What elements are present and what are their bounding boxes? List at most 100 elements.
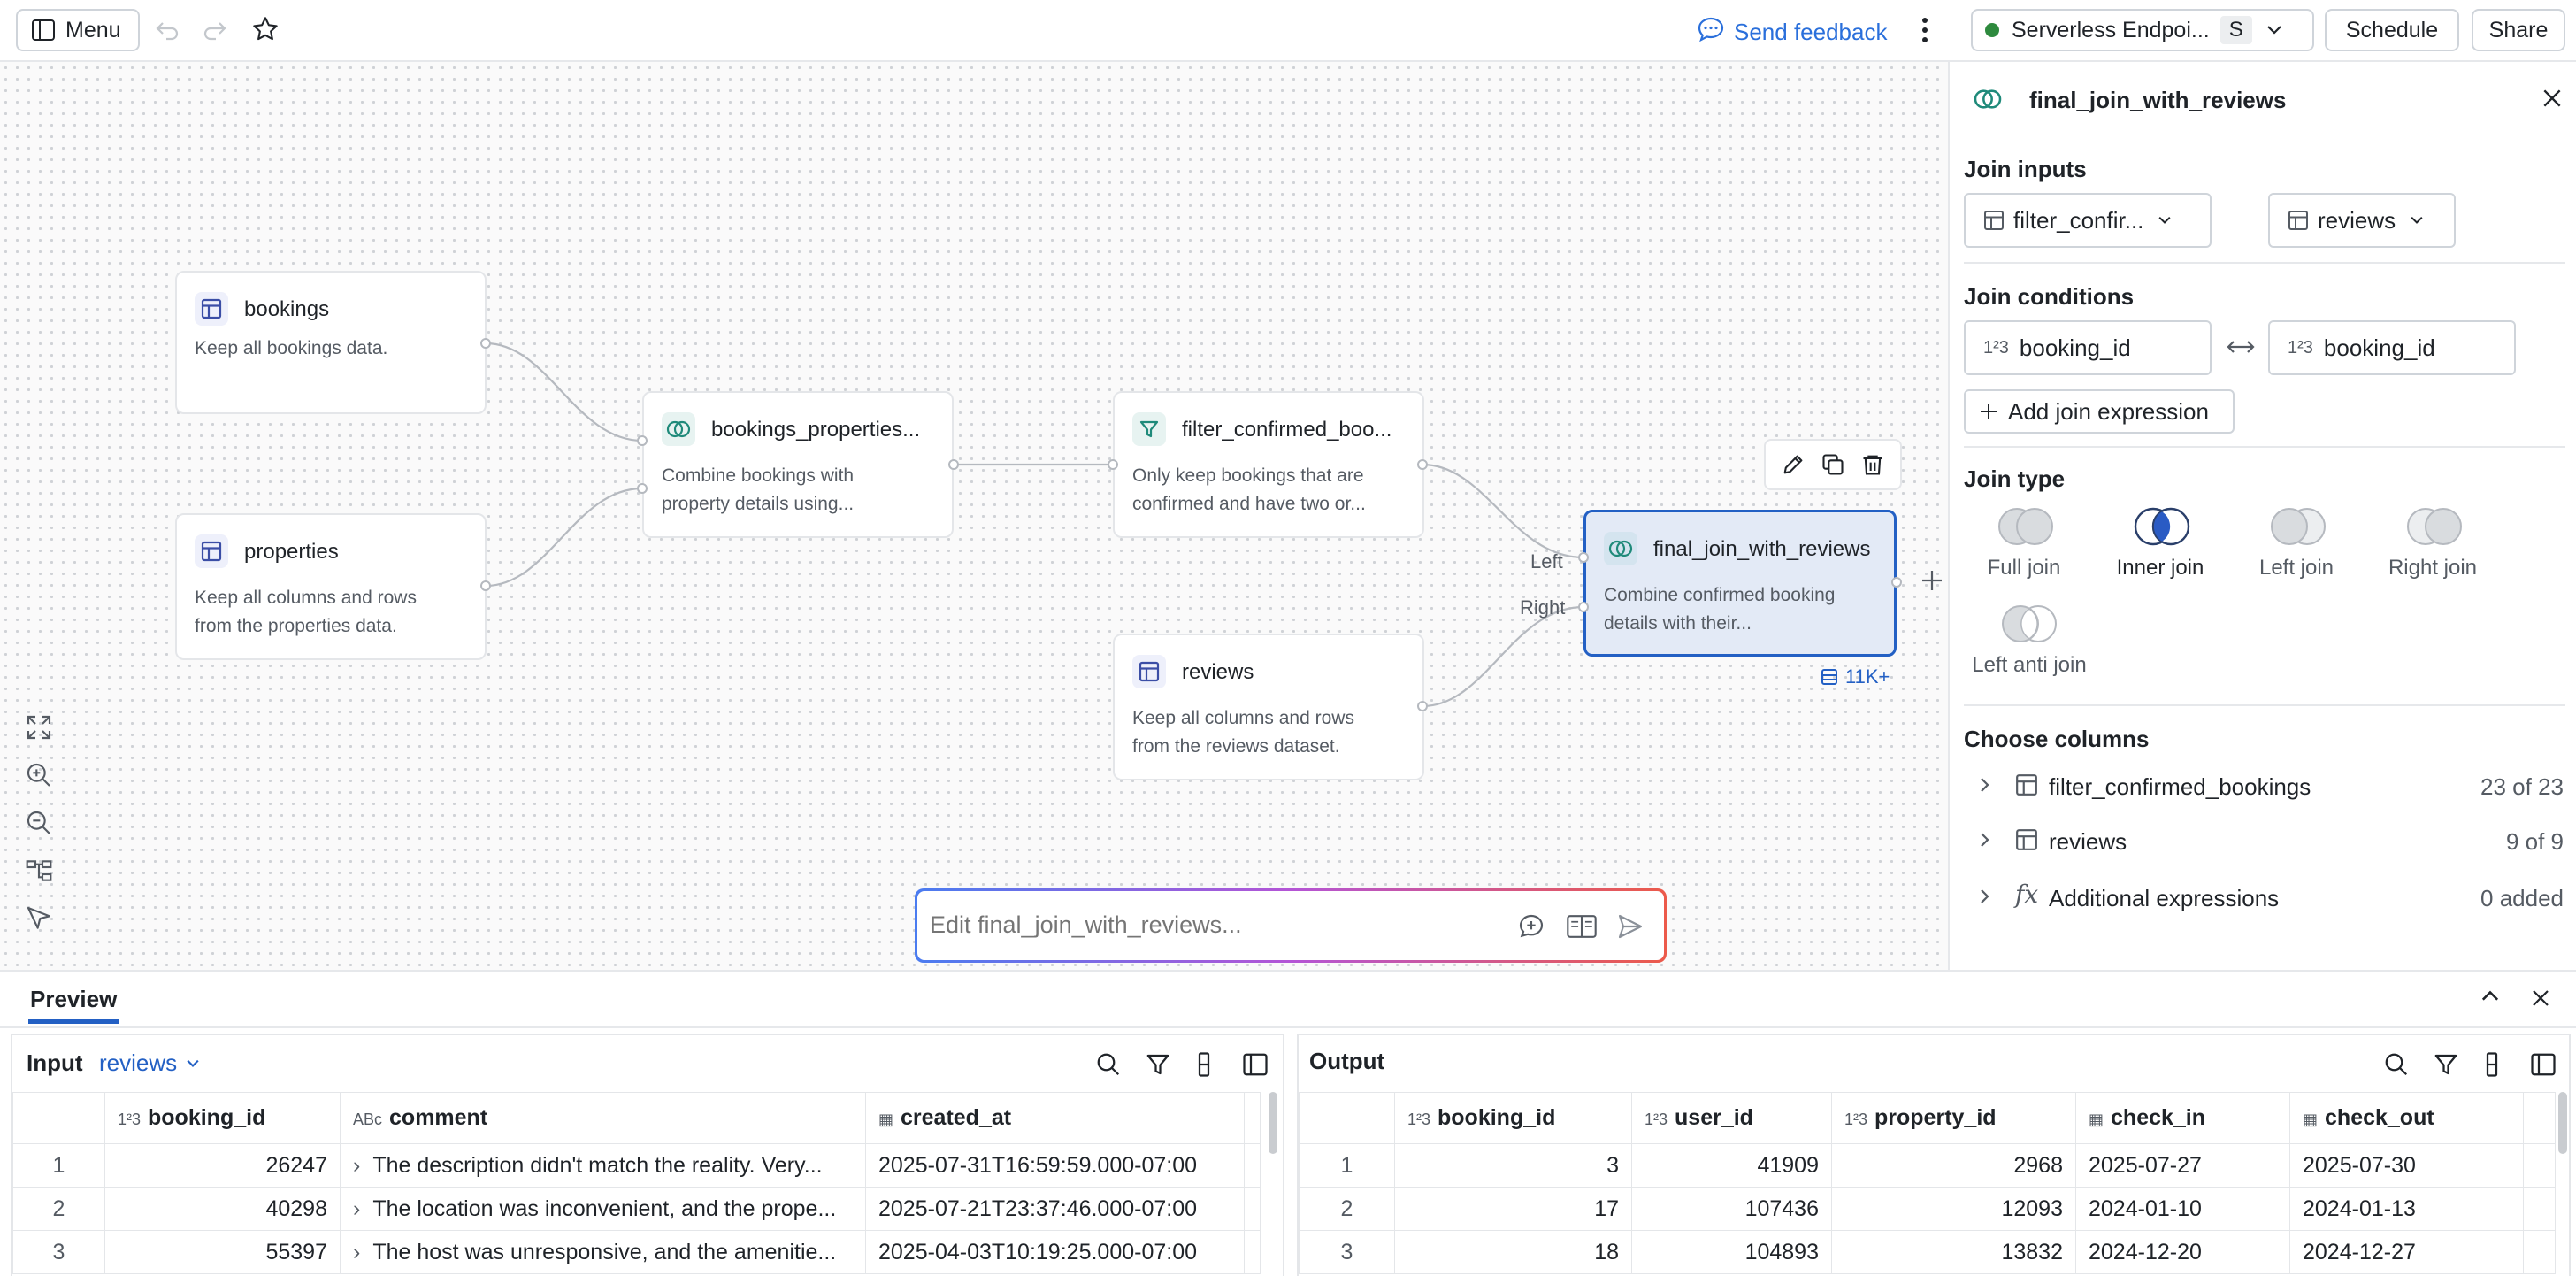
- output-port[interactable]: [480, 338, 491, 349]
- expand-caret-icon: ›: [353, 1152, 361, 1178]
- star-icon[interactable]: [251, 15, 280, 43]
- node-filter-confirmed-bookings[interactable]: filter_confirmed_boo... Only keep bookin…: [1113, 391, 1424, 538]
- node-final-join-with-reviews[interactable]: final_join_with_reviews Combine confirme…: [1583, 510, 1897, 657]
- join-type-left-anti[interactable]: Left anti join: [1950, 602, 2109, 690]
- schedule-button[interactable]: Schedule: [2325, 9, 2459, 51]
- left-input-select[interactable]: filter_confir...: [1964, 193, 2212, 248]
- right-condition-field[interactable]: 1²3 booking_id: [2268, 320, 2516, 375]
- chevron-up-icon[interactable]: [2480, 989, 2500, 1002]
- side-panel-icon[interactable]: [2530, 1051, 2557, 1078]
- tab-preview[interactable]: Preview: [30, 986, 117, 1013]
- column-header[interactable]: ▦ check_in: [2075, 1092, 2290, 1144]
- pencil-icon[interactable]: [1781, 452, 1806, 477]
- redo-icon[interactable]: [202, 18, 228, 42]
- compute-selector[interactable]: Serverless Endpoi... S: [1971, 9, 2314, 51]
- table-row[interactable]: 1 3 41909 2968 2025-07-27 2025-07-30: [1299, 1143, 2556, 1188]
- menu-button[interactable]: Menu: [16, 9, 140, 51]
- right-input-port[interactable]: [1578, 602, 1589, 612]
- menu-label: Menu: [65, 17, 121, 42]
- output-port[interactable]: [1417, 459, 1428, 470]
- swap-arrows-icon[interactable]: [2226, 334, 2256, 359]
- node-bookings-properties[interactable]: bookings_properties... Combine bookings …: [642, 391, 954, 538]
- left-input-port[interactable]: [1578, 552, 1589, 563]
- close-icon[interactable]: [2541, 87, 2564, 110]
- node-description: Keep all bookings data.: [195, 338, 388, 358]
- output-port[interactable]: [1891, 577, 1902, 588]
- column-header[interactable]: ▦ created_at: [865, 1092, 1245, 1144]
- join-conditions-heading: Join conditions: [1964, 283, 2135, 310]
- assistant-input[interactable]: [930, 903, 1478, 946]
- column-header[interactable]: 1²3 property_id: [1831, 1092, 2076, 1144]
- zoom-in-icon[interactable]: [21, 761, 57, 789]
- output-port[interactable]: [480, 580, 491, 591]
- undo-icon[interactable]: [154, 18, 180, 42]
- column-header[interactable]: ABc comment: [340, 1092, 866, 1144]
- column-header[interactable]: 1²3 booking_id: [1394, 1092, 1632, 1144]
- auto-layout-icon[interactable]: [21, 857, 57, 885]
- add-node-icon[interactable]: [1920, 568, 1944, 593]
- table-row[interactable]: 2 17 107436 12093 2024-01-10 2024-01-13: [1299, 1187, 2556, 1231]
- search-icon[interactable]: [1095, 1051, 1122, 1078]
- table-row[interactable]: 3 55397 › The host was unresponsive, and …: [12, 1230, 1261, 1274]
- trash-icon[interactable]: [1860, 452, 1885, 477]
- join-type-left[interactable]: Left join: [2233, 504, 2360, 593]
- table-row[interactable]: 3 18 104893 13832 2024-12-20 2024-12-27: [1299, 1230, 2556, 1274]
- node-title: bookings: [244, 297, 330, 321]
- table-row[interactable]: 1 26247 › The description didn't match th…: [12, 1143, 1261, 1188]
- chevron-right-icon: [1980, 832, 1990, 848]
- column-header[interactable]: 1²3 booking_id: [104, 1092, 341, 1144]
- kebab-menu-icon[interactable]: [1920, 14, 1930, 46]
- book-icon[interactable]: [1567, 914, 1597, 939]
- column-header[interactable]: [2523, 1092, 2556, 1144]
- join-type-full[interactable]: Full join: [1960, 504, 2088, 593]
- search-icon[interactable]: [2383, 1051, 2410, 1078]
- divider: [1964, 262, 2565, 264]
- node-description: Only keep bookings that are confirmed and…: [1132, 465, 1366, 514]
- number-type-icon: 1²3: [1644, 1111, 1668, 1128]
- column-header[interactable]: [1244, 1092, 1261, 1144]
- panel-title: final_join_with_reviews: [2029, 87, 2287, 113]
- side-panel-icon[interactable]: [1242, 1051, 1269, 1078]
- input-port[interactable]: [637, 483, 648, 494]
- node-title: properties: [244, 540, 339, 564]
- pipeline-canvas[interactable]: bookings Keep all bookings data. propert…: [0, 62, 1948, 970]
- columns-icon[interactable]: [2484, 1051, 2500, 1078]
- columns-icon[interactable]: [1196, 1051, 1212, 1078]
- close-icon[interactable]: [2530, 988, 2551, 1009]
- right-input-select[interactable]: reviews: [2268, 193, 2456, 248]
- column-group-row[interactable]: filter_confirmed_bookings 23 of 23: [1950, 761, 2576, 811]
- output-port[interactable]: [948, 459, 959, 470]
- add-join-expression-button[interactable]: Add join expression: [1964, 389, 2235, 434]
- join-type-inner[interactable]: Inner join: [2097, 504, 2224, 593]
- calendar-icon: ▦: [878, 1111, 894, 1128]
- input-dataset-select[interactable]: reviews: [99, 1049, 200, 1077]
- input-port[interactable]: [1108, 459, 1118, 470]
- column-group-row[interactable]: reviews 9 of 9: [1950, 816, 2576, 865]
- column-header[interactable]: ▦ check_out: [2289, 1092, 2524, 1144]
- filter-icon[interactable]: [2433, 1051, 2459, 1078]
- node-reviews[interactable]: reviews Keep all columns and rows from th…: [1113, 634, 1424, 780]
- pointer-icon[interactable]: [21, 904, 57, 933]
- table-row[interactable]: 2 40298 › The location was inconvenient, …: [12, 1187, 1261, 1231]
- input-port[interactable]: [637, 435, 648, 446]
- fit-view-icon[interactable]: [21, 713, 57, 742]
- left-condition-field[interactable]: 1²3 booking_id: [1964, 320, 2212, 375]
- node-bookings[interactable]: bookings Keep all bookings data.: [175, 271, 487, 414]
- column-group-row[interactable]: fx Additional expressions 0 added: [1950, 872, 2576, 922]
- output-port[interactable]: [1417, 701, 1428, 711]
- add-context-icon[interactable]: [1517, 912, 1545, 941]
- send-icon[interactable]: [1616, 912, 1644, 941]
- vertical-scrollbar[interactable]: [2558, 1092, 2567, 1154]
- feedback-icon[interactable]: [1697, 16, 1725, 42]
- filter-icon[interactable]: [1145, 1051, 1171, 1078]
- vertical-scrollbar[interactable]: [1269, 1092, 1277, 1154]
- share-button[interactable]: Share: [2472, 9, 2565, 51]
- zoom-out-icon[interactable]: [21, 809, 57, 837]
- string-type-icon: ABc: [353, 1111, 383, 1128]
- node-properties[interactable]: properties Keep all columns and rows from…: [175, 513, 487, 660]
- column-header[interactable]: 1²3 user_id: [1631, 1092, 1832, 1144]
- send-feedback-link[interactable]: Send feedback: [1734, 19, 1887, 46]
- join-type-right[interactable]: Right join: [2369, 504, 2496, 593]
- copy-icon[interactable]: [1821, 452, 1845, 477]
- row-number-header: [12, 1092, 105, 1144]
